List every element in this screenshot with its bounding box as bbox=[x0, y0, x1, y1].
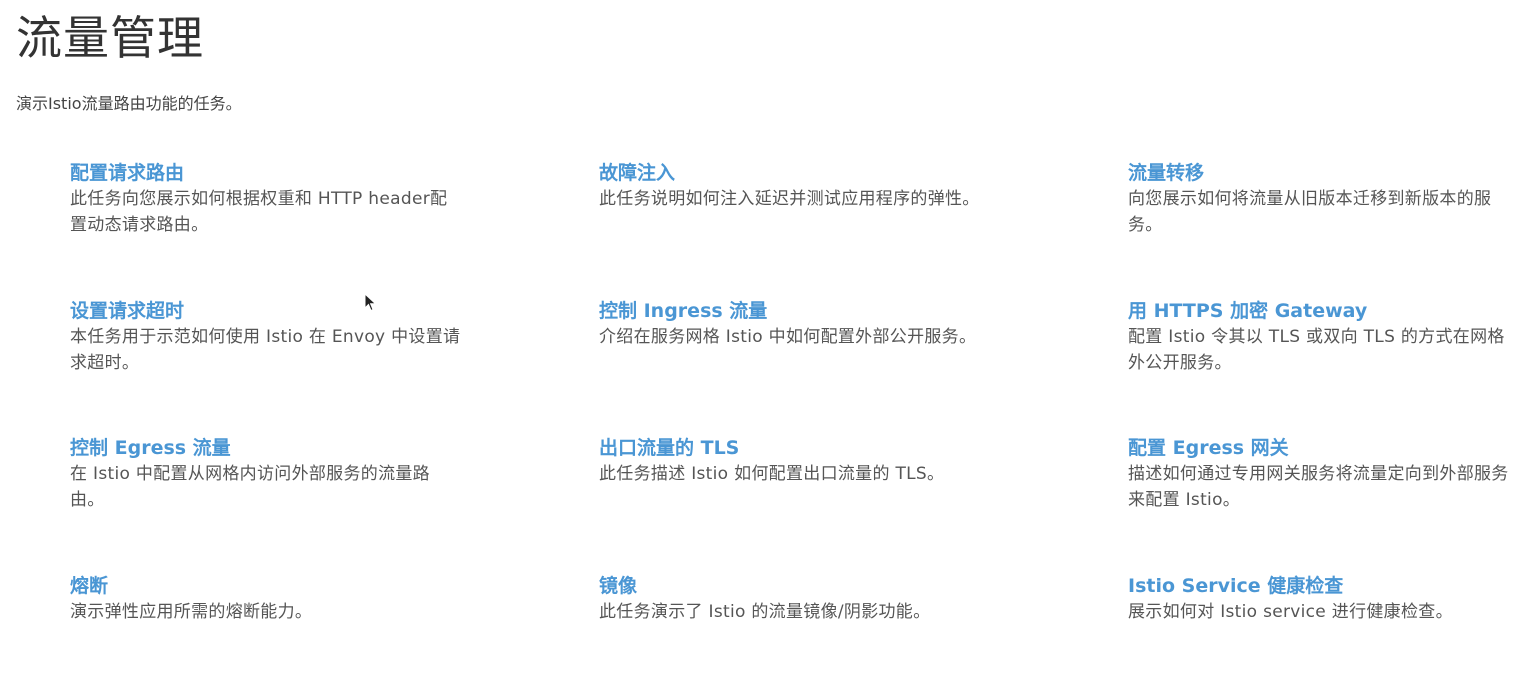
task-card-traffic-shifting: 流量转移 向您展示如何将流量从旧版本迁移到新版本的服务。 bbox=[1128, 160, 1510, 298]
task-link-secure-gateway[interactable]: 用 HTTPS 加密 Gateway bbox=[1128, 298, 1510, 324]
task-description: 在 Istio 中配置从网格内访问外部服务的流量路由。 bbox=[70, 464, 430, 510]
task-link-request-timeouts[interactable]: 设置请求超时 bbox=[70, 298, 462, 324]
task-description: 此任务描述 Istio 如何配置出口流量的 TLS。 bbox=[599, 464, 945, 484]
task-description: 此任务向您展示如何根据权重和 HTTP header配置动态请求路由。 bbox=[70, 189, 448, 235]
task-card-fault-injection: 故障注入 此任务说明如何注入延迟并测试应用程序的弹性。 bbox=[599, 160, 991, 298]
task-card-egress-gateway: 配置 Egress 网关 描述如何通过专用网关服务将流量定向到外部服务来配置 I… bbox=[1128, 435, 1510, 573]
task-link-request-routing[interactable]: 配置请求路由 bbox=[70, 160, 462, 186]
page-title: 流量管理 bbox=[16, 11, 204, 65]
task-description: 描述如何通过专用网关服务将流量定向到外部服务来配置 Istio。 bbox=[1128, 464, 1509, 510]
task-description: 本任务用于示范如何使用 Istio 在 Envoy 中设置请求超时。 bbox=[70, 326, 461, 373]
task-card-mirroring: 镜像 此任务演示了 Istio 的流量镜像/阴影功能。 bbox=[599, 573, 991, 692]
task-link-traffic-shifting[interactable]: 流量转移 bbox=[1128, 160, 1510, 186]
task-link-ingress[interactable]: 控制 Ingress 流量 bbox=[599, 298, 991, 324]
task-link-fault-injection[interactable]: 故障注入 bbox=[599, 160, 991, 186]
task-link-egress-gateway[interactable]: 配置 Egress 网关 bbox=[1128, 435, 1510, 461]
task-card-ingress: 控制 Ingress 流量 介绍在服务网格 Istio 中如何配置外部公开服务。 bbox=[599, 298, 991, 436]
task-description: 此任务演示了 Istio 的流量镜像/阴影功能。 bbox=[599, 601, 931, 622]
task-link-health-checking[interactable]: Istio Service 健康检查 bbox=[1128, 573, 1510, 599]
task-grid: 配置请求路由 此任务向您展示如何根据权重和 HTTP header配置动态请求路… bbox=[70, 160, 1510, 692]
task-description: 演示弹性应用所需的熔断能力。 bbox=[70, 601, 313, 622]
task-link-circuit-breaking[interactable]: 熔断 bbox=[70, 573, 462, 599]
task-card-egress: 控制 Egress 流量 在 Istio 中配置从网格内访问外部服务的流量路由。 bbox=[70, 435, 462, 573]
task-link-egress-tls[interactable]: 出口流量的 TLS bbox=[599, 435, 991, 461]
task-card-health-checking: Istio Service 健康检查 展示如何对 Istio service 进… bbox=[1128, 573, 1510, 692]
task-link-egress[interactable]: 控制 Egress 流量 bbox=[70, 435, 462, 461]
task-card-secure-gateway: 用 HTTPS 加密 Gateway 配置 Istio 令其以 TLS 或双向 … bbox=[1128, 298, 1510, 436]
page-subtitle: 演示Istio流量路由功能的任务。 bbox=[16, 94, 242, 113]
task-description: 配置 Istio 令其以 TLS 或双向 TLS 的方式在网格外公开服务。 bbox=[1128, 326, 1505, 373]
task-description: 此任务说明如何注入延迟并测试应用程序的弹性。 bbox=[599, 189, 980, 209]
task-link-mirroring[interactable]: 镜像 bbox=[599, 573, 991, 599]
task-card-request-timeouts: 设置请求超时 本任务用于示范如何使用 Istio 在 Envoy 中设置请求超时… bbox=[70, 298, 462, 436]
task-description: 介绍在服务网格 Istio 中如何配置外部公开服务。 bbox=[599, 326, 977, 347]
task-card-egress-tls: 出口流量的 TLS 此任务描述 Istio 如何配置出口流量的 TLS。 bbox=[599, 435, 991, 573]
task-card-circuit-breaking: 熔断 演示弹性应用所需的熔断能力。 bbox=[70, 573, 462, 692]
mouse-pointer-icon bbox=[364, 293, 377, 312]
task-card-request-routing: 配置请求路由 此任务向您展示如何根据权重和 HTTP header配置动态请求路… bbox=[70, 160, 462, 298]
task-description: 展示如何对 Istio service 进行健康检查。 bbox=[1128, 601, 1453, 622]
task-description: 向您展示如何将流量从旧版本迁移到新版本的服务。 bbox=[1128, 189, 1492, 235]
